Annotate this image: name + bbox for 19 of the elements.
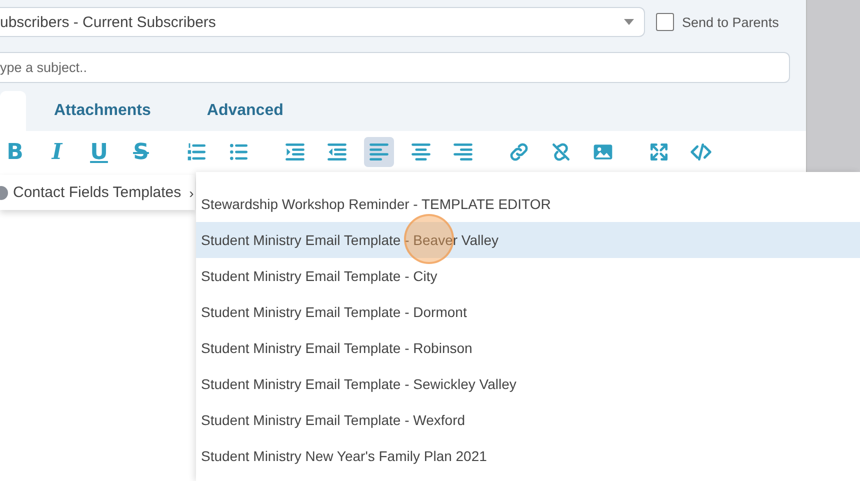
template-option[interactable]: Student Ministry Email Template - Sewickley Valley [196, 366, 860, 402]
template-option[interactable]: Student Ministry Email Template - Robinson [196, 330, 860, 366]
template-option[interactable]: Student Ministry New Year's Family Plan 2021 [196, 438, 860, 474]
submenu-arrow: › [189, 184, 194, 200]
menu-item[interactable]: Contact Fields Templates › [0, 175, 195, 210]
align-left-icon[interactable] [364, 137, 394, 167]
menu-item-label: Contact Fields Templates [13, 184, 182, 201]
tab[interactable]: Advanced [178, 91, 312, 131]
subject-input[interactable]: ype a subject.. [0, 52, 790, 83]
send-to-parents-label: Send to Parents [682, 14, 779, 30]
template-option[interactable]: Student Ministry Email Template - Beaver Valley [196, 222, 860, 258]
caret-icon [624, 19, 634, 25]
template-option[interactable]: Student Ministry Email Template - Wexford [196, 402, 860, 438]
template-option[interactable]: Student Ministry Email Template - City [196, 258, 860, 294]
recipients-dropdown[interactable]: ubscribers - Current Subscribers [0, 7, 645, 37]
template-option[interactable]: Student Ministry Email Template - Dormont [196, 294, 860, 330]
template-option[interactable]: Stewardship Workshop Reminder - TEMPLATE EDITOR [196, 186, 860, 222]
send-to-parents-checkbox[interactable] [656, 13, 674, 31]
tab[interactable]: Attachments [26, 91, 179, 131]
